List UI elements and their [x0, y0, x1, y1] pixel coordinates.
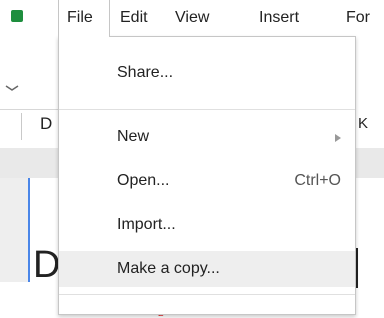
menu-item-import[interactable]: Import... [59, 207, 355, 243]
menu-item-label: New [117, 128, 150, 145]
menubar-file[interactable]: File [67, 8, 93, 28]
file-menu-dropdown: Share... New Open... Ctrl+O Import... Ma… [58, 36, 356, 315]
menu-item-open[interactable]: Open... Ctrl+O [59, 163, 355, 199]
app-logo-icon[interactable] [11, 10, 23, 22]
toolbar-label-right: K [358, 115, 369, 132]
menu-item-new[interactable]: New [59, 119, 355, 155]
toolbar-divider [0, 109, 58, 110]
menu-item-label: Share... [117, 64, 174, 81]
menu-item-shortcut: Ctrl+O [294, 172, 341, 189]
menubar-view[interactable]: View [175, 8, 209, 28]
submenu-arrow-icon [335, 134, 341, 142]
menubar-insert[interactable]: Insert [259, 8, 299, 28]
menubar-edit[interactable]: Edit [120, 8, 148, 28]
menu-item-label: Open... [117, 172, 170, 189]
selected-cell-border[interactable] [28, 178, 30, 282]
undo-icon[interactable] [4, 82, 20, 94]
menu-item-make-a-copy[interactable]: Make a copy... [59, 251, 355, 287]
row-header-gutter [0, 178, 28, 282]
menubar-format[interactable]: For [346, 8, 370, 28]
menu-separator [59, 109, 355, 110]
cell-content[interactable]: D [33, 245, 60, 285]
formula-bar-label: D [40, 114, 53, 133]
formula-bar-divider [21, 113, 22, 140]
menu-item-label: Import... [117, 216, 176, 233]
menu-item-label: Make a copy... [117, 260, 220, 277]
menu-item-share[interactable]: Share... [59, 55, 355, 91]
menu-separator [59, 294, 355, 295]
